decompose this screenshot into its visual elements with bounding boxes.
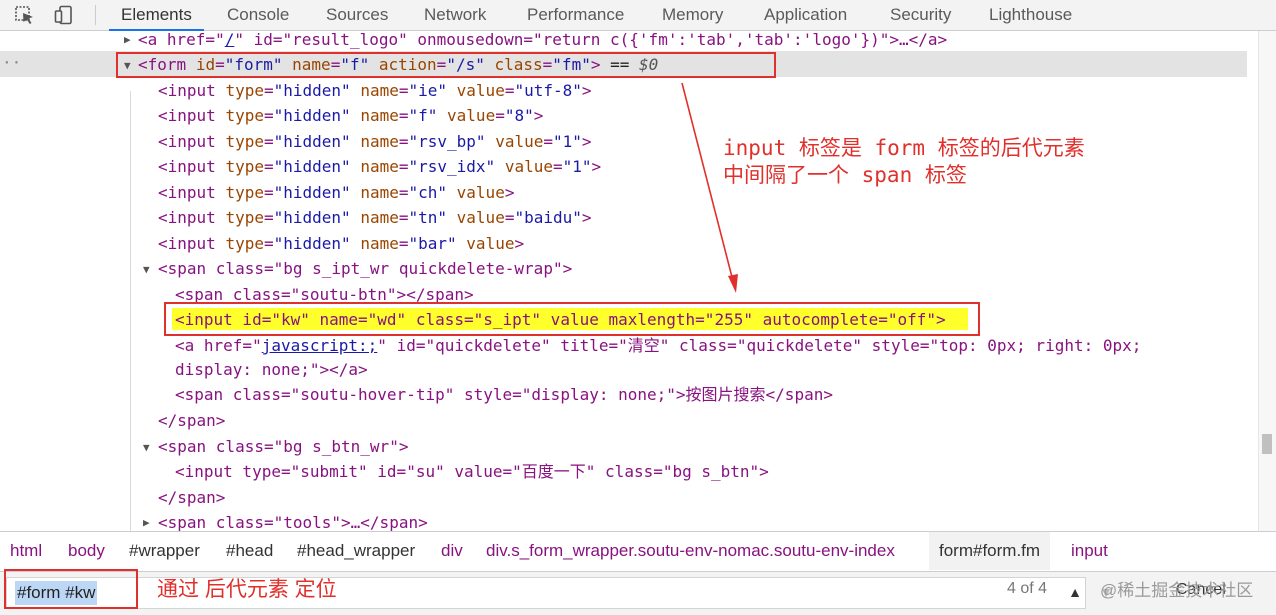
tab-network[interactable]: Network (424, 0, 486, 30)
breadcrumb-form-wrapper[interactable]: div.s_form_wrapper.soutu-env-nomac.soutu… (486, 532, 895, 570)
input-kw-highlight-box (164, 302, 980, 336)
scrollbar-thumb[interactable] (1262, 434, 1272, 454)
breadcrumb-form[interactable]: form#form.fm (929, 532, 1051, 570)
dom-line-quickdelete-cont[interactable]: display: none;"></a> (175, 357, 368, 382)
tab-lighthouse[interactable]: Lighthouse (989, 0, 1072, 30)
breadcrumb-div[interactable]: div (441, 532, 463, 570)
tab-performance[interactable]: Performance (527, 0, 624, 30)
tab-application[interactable]: Application (764, 0, 847, 30)
toolbar-separator (95, 5, 96, 25)
tab-sources[interactable]: Sources (326, 0, 388, 30)
expand-triangle-icon[interactable]: ▶ (124, 31, 131, 52)
search-annotation: 通过 后代元素 定位 (157, 578, 337, 601)
annotation-note-2: 中间隔了一个 span 标签 (723, 163, 967, 187)
search-match-count: 4 of 4 (1007, 580, 1048, 597)
dom-tree: ·· ▶ <a href="/" id="result_logo" onmouse… (0, 31, 1258, 531)
devtools-toolbar: Elements Console Sources Network Perform… (0, 0, 1276, 31)
expand-triangle-icon[interactable]: ▶ (143, 510, 150, 531)
dom-line-input-hidden[interactable]: <input type="hidden" name="ch" value> (158, 180, 514, 205)
collapse-triangle-icon[interactable]: ▼ (143, 257, 150, 282)
device-toolbar-icon[interactable] (54, 5, 76, 25)
dom-line-input-hidden[interactable]: <input type="hidden" name="f" value="8"> (158, 103, 543, 128)
form-highlight-box (116, 52, 776, 78)
dom-line-span-ipt-wr[interactable]: ▼ <span class="bg s_ipt_wr quickdelete-wr… (143, 256, 572, 281)
tab-security[interactable]: Security (890, 0, 951, 30)
search-prev-button[interactable]: ▲ (1062, 579, 1088, 605)
annotation-arrow (681, 82, 738, 293)
dom-line-span-close[interactable]: </span> (158, 408, 225, 433)
dom-line-input-hidden[interactable]: <input type="hidden" name="ie" value="ut… (158, 78, 592, 103)
indent-guide (130, 91, 131, 531)
dom-line-span-close[interactable]: </span> (158, 485, 225, 510)
tab-console[interactable]: Console (227, 0, 289, 30)
chevron-up-icon: ▲ (1068, 584, 1082, 600)
breadcrumb: html body #wrapper #head #head_wrapper d… (0, 531, 1276, 571)
breadcrumb-head-wrapper[interactable]: #head_wrapper (297, 532, 415, 570)
breadcrumb-html[interactable]: html (10, 532, 42, 570)
breadcrumb-head[interactable]: #head (226, 532, 273, 570)
dom-line-span-btn-wr[interactable]: ▼ <span class="bg s_btn_wr"> (143, 434, 408, 459)
dom-line-hover-tip[interactable]: <span class="soutu-hover-tip" style="dis… (175, 382, 833, 407)
collapse-triangle-icon[interactable]: ▼ (143, 435, 150, 460)
search-bar: #form #kw 通过 后代元素 定位 4 of 4 ▲ ▼ Cancel @… (0, 569, 1276, 615)
search-highlight-box (4, 569, 138, 609)
tab-elements[interactable]: Elements (109, 0, 204, 31)
dom-line-span-tools[interactable]: ▶ <span class="tools">…</span> (143, 510, 428, 531)
dom-line-quickdelete[interactable]: <a href="javascript:;" id="quickdelete" … (175, 333, 1141, 358)
dom-line-input-hidden[interactable]: <input type="hidden" name="rsv_idx" valu… (158, 154, 601, 179)
dom-line-input-hidden[interactable]: <input type="hidden" name="tn" value="ba… (158, 205, 592, 230)
dom-line-input-hidden[interactable]: <input type="hidden" name="bar" value> (158, 231, 524, 256)
more-options-icon[interactable]: ·· (2, 53, 21, 72)
vertical-scrollbar[interactable] (1258, 31, 1276, 531)
dom-line-input-hidden[interactable]: <input type="hidden" name="rsv_bp" value… (158, 129, 592, 154)
tab-memory[interactable]: Memory (662, 0, 723, 30)
inspect-element-icon[interactable] (14, 5, 36, 25)
dom-line-input-submit[interactable]: <input type="submit" id="su" value="百度一下… (175, 459, 769, 484)
breadcrumb-body[interactable]: body (68, 532, 105, 570)
breadcrumb-input[interactable]: input (1071, 532, 1108, 570)
breadcrumb-wrapper[interactable]: #wrapper (129, 532, 200, 570)
watermark: @稀土掘金技术社区 (1100, 581, 1254, 600)
dom-line-logo-link[interactable]: ▶ <a href="/" id="result_logo" onmousedow… (124, 31, 947, 52)
annotation-note-1: input 标签是 form 标签的后代元素 (723, 136, 1085, 160)
